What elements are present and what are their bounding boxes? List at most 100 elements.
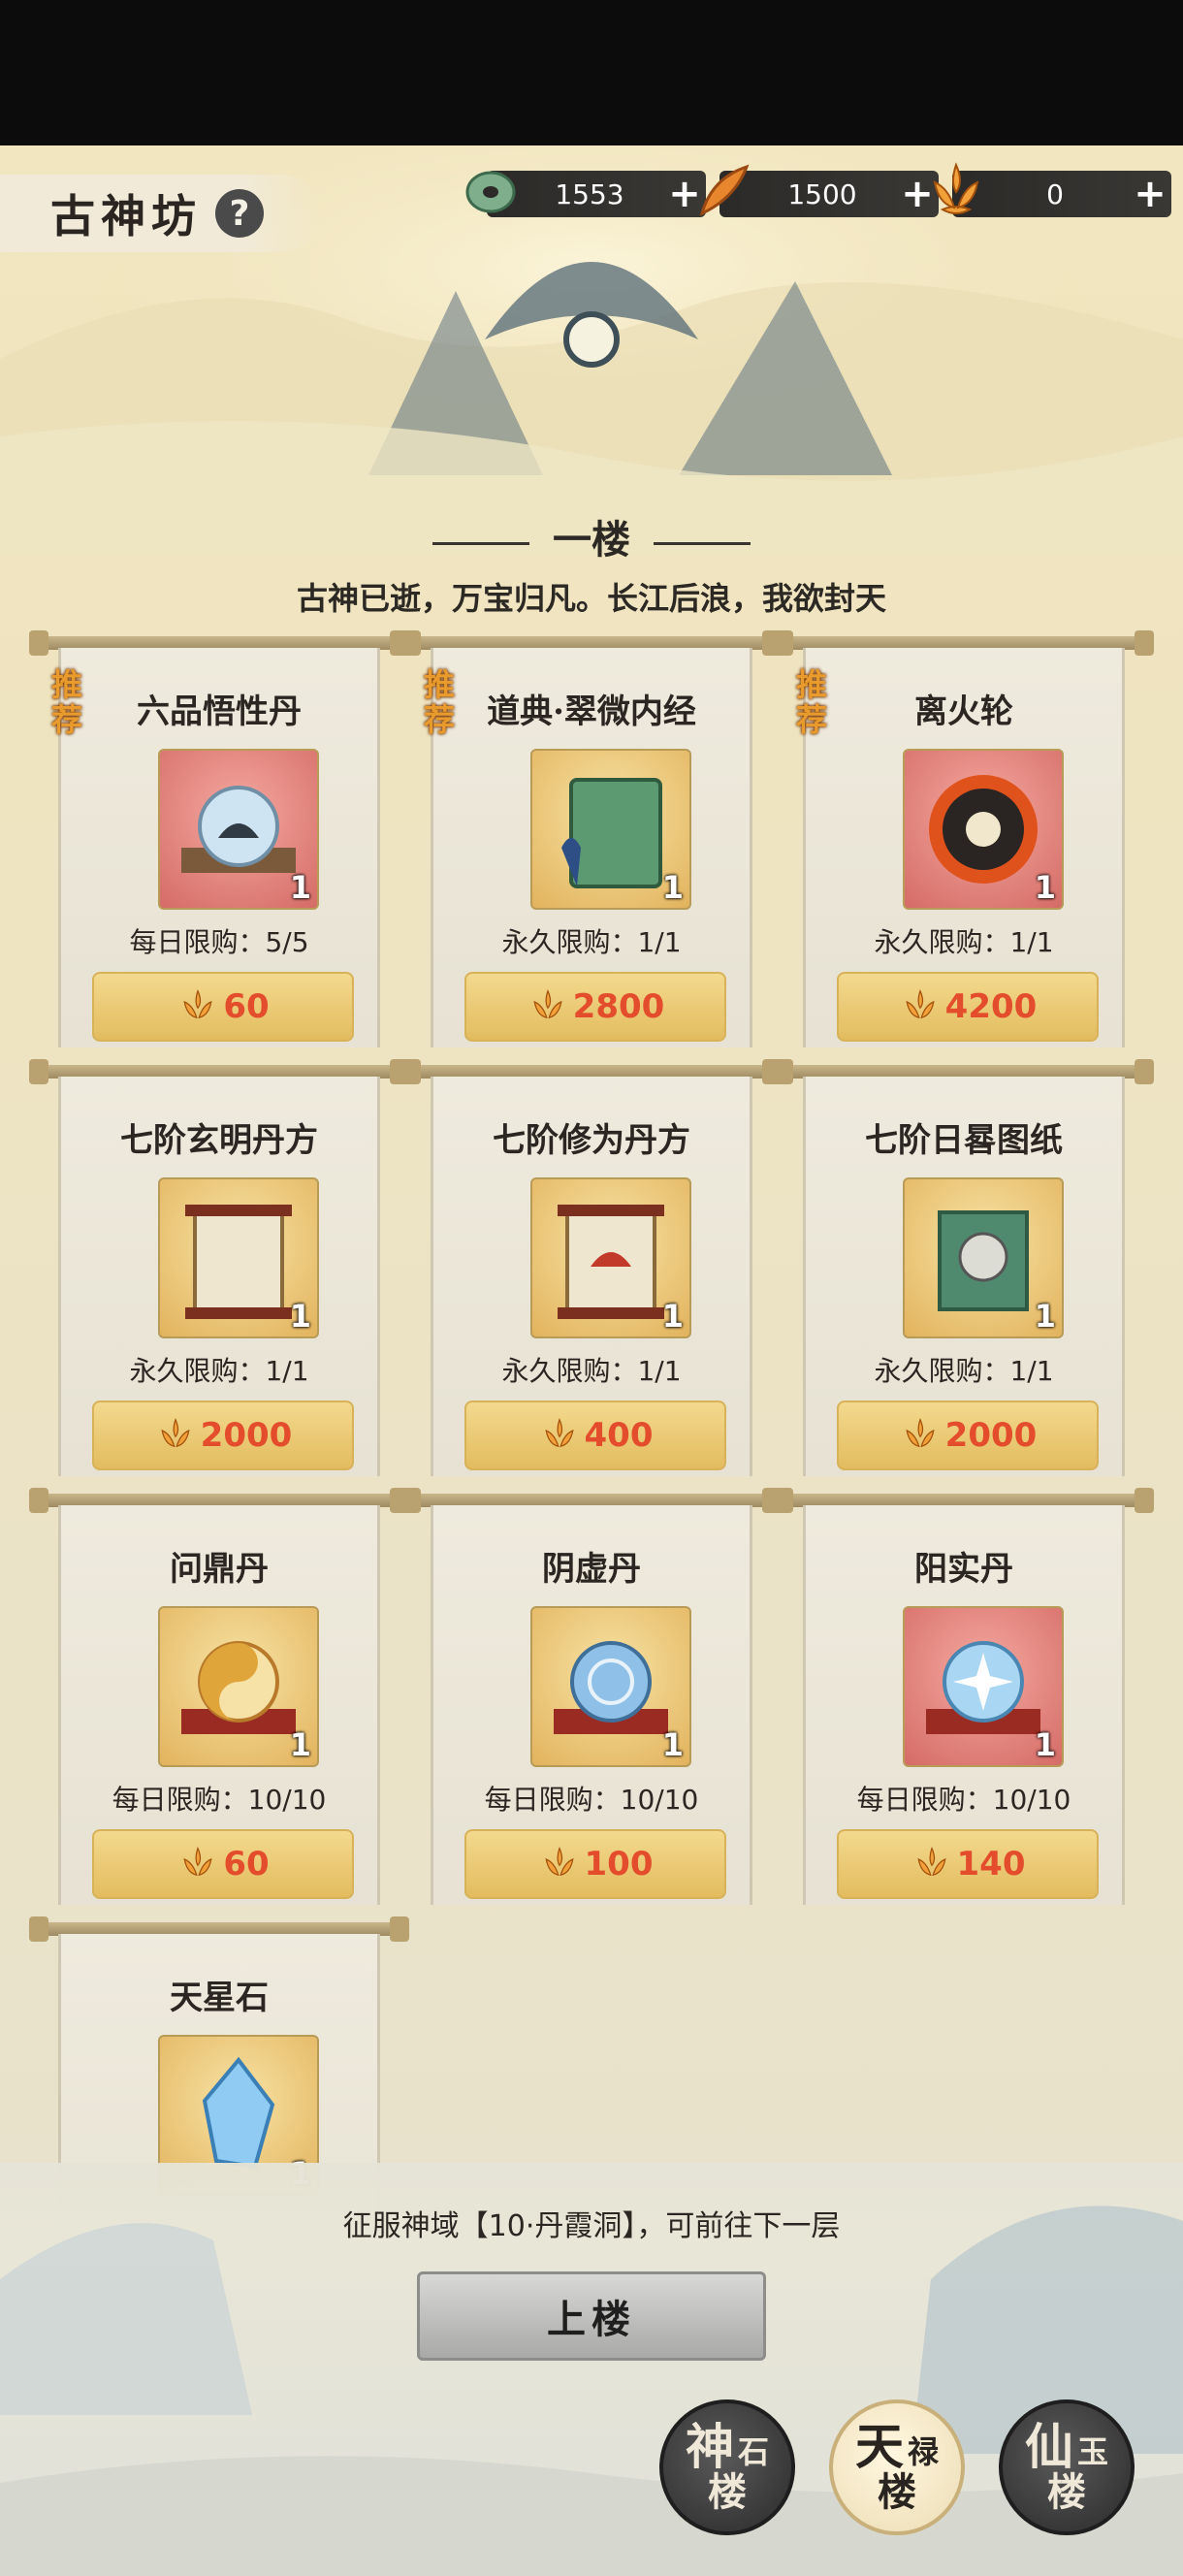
shop-item-card[interactable]: 推荐 六品悟性丹 1 每日限购：5/5 60 [29,630,409,1047]
buy-button[interactable]: 4200 [837,972,1099,1042]
item-image: 1 [903,1606,1064,1767]
shop-item-card[interactable]: 七阶修为丹方 1 永久限购：1/1 400 [401,1059,782,1476]
price-amount: 2800 [572,987,665,1026]
buy-button[interactable]: 2800 [464,972,726,1042]
jade-currency: 1553 + [465,171,706,217]
status-bar-area [0,0,1183,145]
buy-button[interactable]: 100 [464,1829,726,1899]
page-title: 古神坊 [50,190,202,242]
item-name: 离火轮 [914,692,1013,731]
card-panel: 推荐 道典·翠微内经 1 永久限购：1/1 2800 [424,648,752,1047]
item-quantity: 1 [661,869,684,906]
item-image: 1 [158,749,319,910]
flame-icon [533,989,562,1019]
jade-coin-icon [465,171,516,213]
item-name: 七阶玄明丹方 [120,1121,318,1160]
purchase-limit: 永久限购：1/1 [874,926,1054,958]
floor-subtitle: 古神已逝，万宝归凡。长江后浪，我欲封天 [296,580,886,617]
purchase-limit: 永久限购：1/1 [129,1355,309,1387]
item-image: 1 [158,1177,319,1338]
nav-label-bottom: 楼 [878,2469,916,2515]
card-panel: 七阶玄明丹方 1 永久限购：1/1 2000 [58,1077,380,1476]
card-panel: 七阶修为丹方 1 永久限购：1/1 400 [431,1077,752,1476]
item-name: 阴虚丹 [542,1550,641,1589]
buy-button[interactable]: 140 [837,1829,1099,1899]
item-name: 阳实丹 [914,1550,1013,1589]
floor-title: 一楼 [553,517,630,563]
flame-icon [916,1847,946,1877]
price-amount: 100 [584,1845,654,1884]
buy-button[interactable]: 60 [92,1829,354,1899]
shop-item-card[interactable]: 阳实丹 1 每日限购：10/10 140 [774,1488,1154,1905]
left-ornament [432,541,529,545]
shop-item-card[interactable]: 推荐 道典·翠微内经 1 永久限购：1/1 2800 [401,630,782,1047]
card-panel: 问鼎丹 1 每日限购：10/10 60 [58,1505,380,1905]
item-quantity: 1 [661,1726,684,1763]
item-quantity: 1 [289,1726,311,1763]
nav-label-top: 神石 [685,2418,769,2475]
item-name: 六品悟性丹 [137,692,302,731]
buy-button[interactable]: 60 [92,972,354,1042]
price-amount: 4200 [944,987,1038,1026]
purchase-limit: 永久限购：1/1 [874,1355,1054,1387]
shop-item-card[interactable]: 七阶玄明丹方 1 永久限购：1/1 2000 [29,1059,409,1476]
shop-item-card[interactable]: 问鼎丹 1 每日限购：10/10 60 [29,1488,409,1905]
purchase-limit: 每日限购：10/10 [856,1784,1071,1816]
card-panel: 推荐 六品悟性丹 1 每日限购：5/5 60 [51,648,380,1047]
help-icon[interactable]: ? [215,189,264,238]
nav-label-top: 仙玉 [1024,2418,1108,2475]
item-name: 七阶修为丹方 [493,1121,690,1160]
purchase-limit: 每日限购：10/10 [112,1784,327,1816]
item-image: 1 [903,1177,1064,1338]
flame-icon [933,162,979,214]
item-name: 七阶日晷图纸 [865,1121,1063,1160]
item-quantity: 1 [289,1298,311,1335]
purchase-limit: 每日限购：10/10 [484,1784,699,1816]
item-image: 1 [903,749,1064,910]
nav-label-bottom: 楼 [708,2469,747,2515]
flame-icon [544,1847,574,1877]
buy-button[interactable]: 2000 [837,1401,1099,1470]
price-amount: 2000 [944,1416,1038,1455]
item-name: 道典·翠微内经 [487,692,696,731]
nav-shenshi-tower[interactable]: 神石 楼 [659,2399,795,2535]
flame-icon [906,989,935,1019]
purchase-limit: 每日限购：5/5 [129,926,309,958]
floor-heading: 一楼 [0,508,1183,564]
flame-icon [183,1847,212,1877]
add-flame-button[interactable]: + [1129,175,1171,213]
purchase-limit: 永久限购：1/1 [501,926,682,958]
item-quantity: 1 [1034,1726,1056,1763]
item-name: 问鼎丹 [170,1550,269,1589]
price-amount: 140 [956,1845,1026,1884]
upstairs-button[interactable]: 上楼 [417,2271,766,2361]
item-image: 1 [530,1606,691,1767]
shop-item-card[interactable]: 阴虚丹 1 每日限购：10/10 100 [401,1488,782,1905]
flame-icon [544,1418,574,1448]
item-name: 天星石 [170,1979,269,2017]
price-amount: 2000 [200,1416,293,1455]
item-quantity: 1 [289,869,311,906]
nav-tianlu-tower[interactable]: 天禄 楼 [829,2399,965,2535]
buy-button[interactable]: 2000 [92,1401,354,1470]
nav-xianyu-tower[interactable]: 仙玉 楼 [999,2399,1135,2535]
purchase-limit: 永久限购：1/1 [501,1355,682,1387]
shop-title-bar: 古神坊 ? [0,175,320,252]
item-image: 1 [158,1606,319,1767]
card-panel: 推荐 离火轮 1 永久限购：1/1 4200 [796,648,1125,1047]
card-panel: 阳实丹 1 每日限购：10/10 140 [803,1505,1125,1905]
nav-label-bottom: 楼 [1047,2469,1086,2515]
item-quantity: 1 [1034,869,1056,906]
flame-icon [906,1418,935,1448]
buy-button[interactable]: 400 [464,1401,726,1470]
flame-icon [161,1418,190,1448]
card-panel: 七阶日晷图纸 1 永久限购：1/1 2000 [803,1077,1125,1476]
price-amount: 60 [223,1845,270,1884]
price-amount: 400 [584,1416,654,1455]
shop-item-card[interactable]: 推荐 离火轮 1 永久限购：1/1 4200 [774,630,1154,1047]
nav-label-top: 天禄 [854,2418,939,2475]
item-image: 1 [530,1177,691,1338]
item-image: 1 [530,749,691,910]
item-quantity: 1 [661,1298,684,1335]
shop-item-card[interactable]: 七阶日晷图纸 1 永久限购：1/1 2000 [774,1059,1154,1476]
